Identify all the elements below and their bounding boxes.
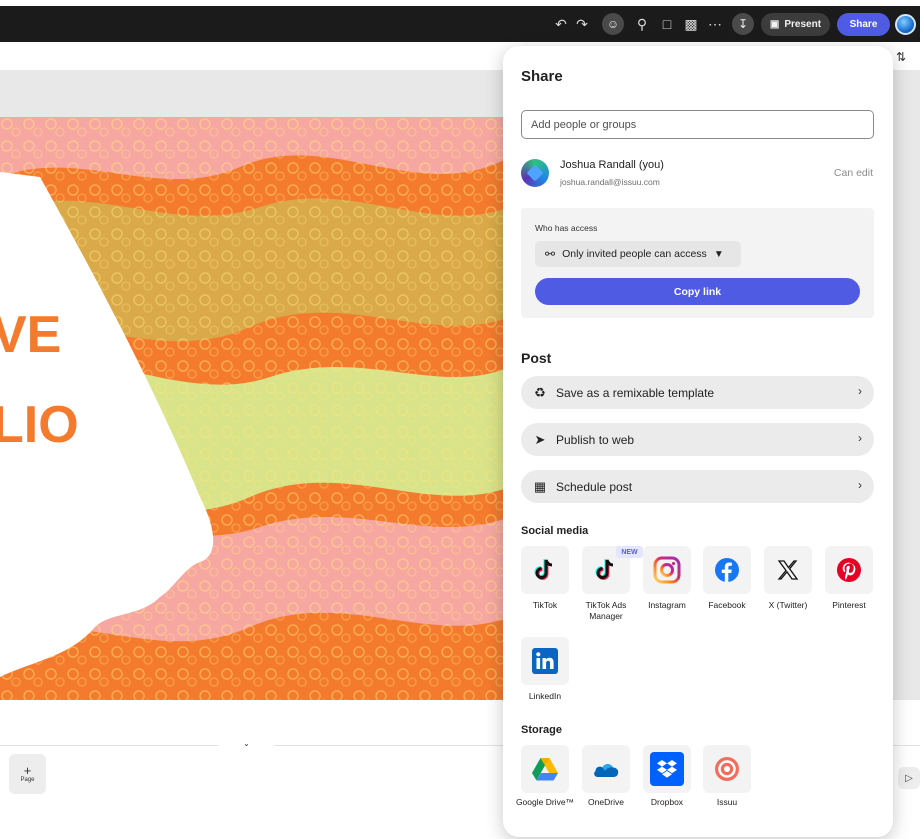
linkedin-label: LinkedIn	[528, 691, 562, 701]
chevron-down-icon: ▼	[713, 248, 724, 260]
social-section-title: Social media	[521, 525, 589, 537]
artboard-artwork: VE LIO	[0, 117, 510, 700]
artboard-text-line1: VE	[0, 306, 61, 364]
redo-icon[interactable]: ↷	[574, 6, 590, 42]
collapse-pages-chevron-icon[interactable]: ⌄	[219, 738, 274, 748]
google-drive-icon	[532, 758, 558, 781]
more-icon[interactable]: ⋯	[707, 6, 723, 42]
chevron-right-icon: ›	[858, 384, 862, 398]
issuu-icon	[715, 757, 739, 781]
post-item-label: Schedule post	[556, 479, 633, 494]
issuu-label: Issuu	[716, 797, 738, 807]
copy-link-button[interactable]: Copy link	[535, 278, 860, 305]
present-icon: ▣	[769, 19, 780, 30]
invite-person-icon[interactable]: ☺	[602, 13, 624, 35]
access-selected-value: Only invited people can access	[562, 248, 707, 260]
pinterest-tile[interactable]	[825, 546, 873, 594]
pinterest-icon	[837, 558, 861, 582]
dropbox-label: Dropbox	[650, 797, 684, 807]
google-drive-tile[interactable]	[521, 745, 569, 793]
linkedin-tile[interactable]	[521, 637, 569, 685]
instagram-label: Instagram	[648, 600, 686, 610]
share-button[interactable]: Share	[837, 13, 890, 36]
access-label: Who has access	[535, 223, 598, 233]
google-drive-label: Google Drive™	[515, 797, 575, 807]
post-item-label: Save as a remixable template	[556, 385, 715, 400]
download-icon[interactable]: ↧	[732, 13, 754, 35]
tiktok-label: TikTok	[532, 600, 558, 610]
facebook-tile[interactable]	[703, 546, 751, 594]
user-avatar	[521, 159, 549, 187]
send-icon: ➤	[534, 431, 546, 447]
remix-icon: ♻	[534, 384, 546, 400]
permission-dropdown[interactable]: Can edit	[834, 167, 873, 179]
linkedin-icon	[532, 648, 558, 674]
facebook-label: Facebook	[708, 600, 746, 610]
chevron-right-icon: ›	[858, 478, 862, 492]
user-name: Joshua Randall (you)	[560, 159, 664, 171]
user-email: joshua.randall@issuu.com	[560, 177, 660, 187]
post-item-publish-web[interactable]: ➤ Publish to web ›	[521, 423, 874, 456]
x-icon	[777, 560, 799, 580]
post-item-schedule[interactable]: ▦ Schedule post ›	[521, 470, 874, 503]
add-page-label: Page	[20, 777, 35, 783]
onedrive-icon	[594, 764, 619, 777]
instagram-tile[interactable]	[643, 546, 691, 594]
tiktok-tile[interactable]	[521, 546, 569, 594]
present-button[interactable]: ▣ Present	[761, 13, 830, 36]
storage-section-title: Storage	[521, 724, 562, 736]
tiktok-ads-label: TikTok Ads Manager	[585, 600, 627, 621]
design-artboard[interactable]: VE LIO	[0, 117, 510, 700]
calendar-icon: ▦	[533, 478, 547, 494]
post-item-remixable-template[interactable]: ♻ Save as a remixable template ›	[521, 376, 874, 409]
access-dropdown[interactable]: ⚯ Only invited people can access ▼	[535, 241, 741, 267]
adjust-icon[interactable]: ⇅	[896, 50, 906, 64]
onedrive-label: OneDrive	[588, 797, 624, 807]
tiktok-icon	[534, 559, 553, 580]
new-badge: NEW	[616, 546, 643, 558]
instagram-icon	[653, 556, 681, 584]
app-root: ↶ ↷ ☺ ⚲ □ ▩ ⋯ ↧ ▣ Present Share VE LIO ⌄…	[0, 0, 920, 839]
undo-icon[interactable]: ↶	[553, 6, 569, 42]
people-icon: ⚯	[545, 247, 556, 261]
x-twitter-tile[interactable]	[764, 546, 812, 594]
expand-right-icon[interactable]: ▷	[898, 767, 920, 789]
share-label: Share	[849, 19, 878, 30]
issuu-tile[interactable]	[703, 745, 751, 793]
post-item-label: Publish to web	[556, 432, 635, 447]
onedrive-tile[interactable]	[582, 745, 630, 793]
pinterest-label: Pinterest	[832, 600, 866, 610]
artboard-text-line2: LIO	[0, 396, 79, 454]
add-people-input[interactable]	[521, 110, 874, 139]
share-panel: Share Joshua Randall (you) joshua.randal…	[503, 46, 893, 837]
dropbox-tile[interactable]	[643, 745, 691, 793]
top-toolbar: ↶ ↷ ☺ ⚲ □ ▩ ⋯ ↧ ▣ Present Share	[0, 6, 920, 42]
chevron-right-icon: ›	[858, 431, 862, 445]
copy-link-label: Copy link	[673, 285, 722, 298]
lightbulb-icon[interactable]: ⚲	[634, 6, 650, 42]
share-panel-title: Share	[521, 68, 563, 85]
facebook-icon	[715, 558, 739, 582]
add-page-button[interactable]: + Page	[9, 754, 46, 794]
dropbox-icon	[650, 752, 684, 786]
plus-icon: +	[23, 763, 32, 778]
tiktok-icon	[595, 559, 614, 580]
user-avatar-top[interactable]	[895, 14, 916, 35]
comments-panel-icon[interactable]: ▩	[683, 6, 699, 42]
post-section-title: Post	[521, 350, 552, 366]
present-label: Present	[784, 19, 822, 30]
x-twitter-label: X (Twitter)	[768, 600, 808, 610]
comment-icon[interactable]: □	[659, 6, 675, 42]
access-settings: Who has access ⚯ Only invited people can…	[521, 208, 874, 318]
